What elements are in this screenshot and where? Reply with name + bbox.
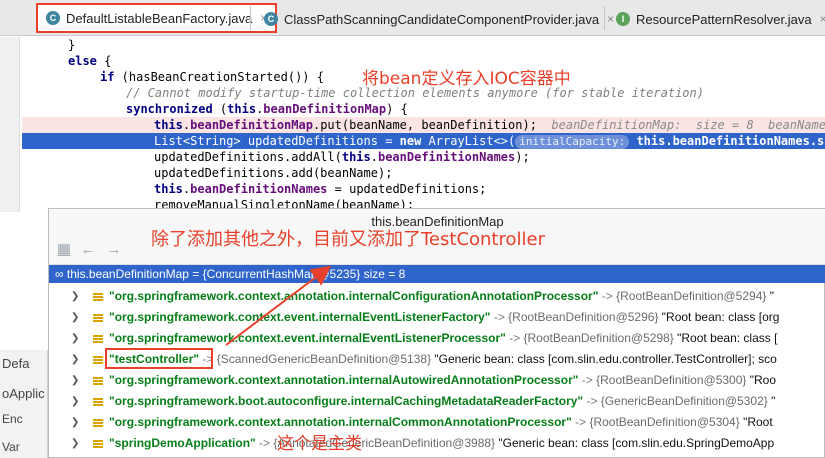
annotation-arrow — [225, 265, 332, 346]
annotation-arrow-layer — [225, 265, 332, 346]
